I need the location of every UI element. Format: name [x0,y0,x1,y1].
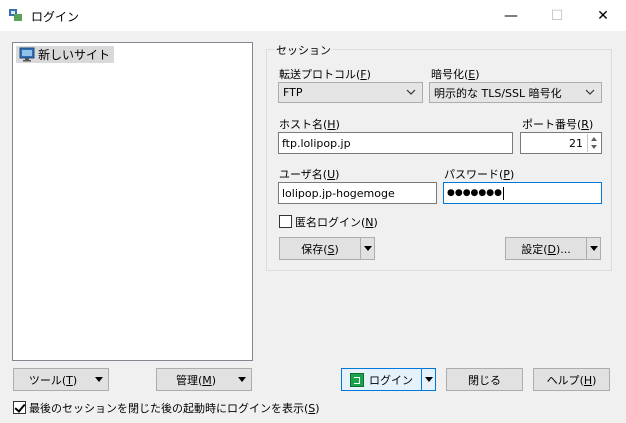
minimize-button[interactable]: — [488,0,534,31]
help-button-label: ヘルプ(H) [546,373,597,387]
dropdown-arrow-icon[interactable] [590,246,598,251]
help-button[interactable]: ヘルプ(H) [533,368,610,391]
user-input[interactable]: lolipop.jp-hogemoge [278,182,437,204]
tools-button[interactable]: ツール(T) [13,368,109,391]
close-button[interactable]: 閉じる [446,368,523,391]
anonymous-login-label[interactable]: 匿名ログイン(N) [295,214,378,230]
title-bar: ログイン — ☐ ✕ [0,0,626,31]
user-label: ユーザ名(U) [279,168,340,181]
dropdown-arrow-icon[interactable] [425,377,433,382]
password-label: パスワード(P) [444,168,515,181]
encryption-select-value: 明示的な TLS/SSL 暗号化 [434,86,562,100]
protocol-label: 転送プロトコル(F) [279,68,371,81]
split-divider [421,369,422,390]
monitor-icon [19,47,35,62]
settings-button[interactable]: 設定(D)... [505,237,601,260]
encryption-label: 暗号化(E) [431,68,480,81]
tools-button-label: ツール(T) [28,373,78,387]
port-value: 21 [569,136,583,150]
login-icon [350,372,364,387]
encryption-select[interactable]: 明示的な TLS/SSL 暗号化 [429,82,602,103]
chevron-down-icon [585,89,595,95]
show-login-on-start-checkbox[interactable] [13,401,26,414]
save-button-label: 保存(S) [301,242,339,256]
close-button-label: 閉じる [468,373,501,387]
session-group-label: セッション [274,42,333,58]
dropdown-arrow-icon[interactable] [364,246,372,251]
port-label: ポート番号(R) [522,118,594,131]
protocol-select-value: FTP [283,86,303,99]
dropdown-arrow-icon [238,377,246,382]
save-button[interactable]: 保存(S) [279,237,375,260]
dropdown-arrow-icon [95,377,103,382]
settings-button-label: 設定(D)... [521,242,571,256]
spin-down-icon[interactable] [591,145,597,149]
password-mask: ●●●●●●● [447,188,502,198]
show-login-on-start-label[interactable]: 最後のセッションを閉じた後の起動時にログインを表示(S) [29,400,320,416]
login-button-label: ログイン [369,373,413,387]
port-input[interactable]: 21 [520,132,602,154]
winscp-app-icon [9,9,22,21]
maximize-button[interactable]: ☐ [534,0,580,31]
chevron-down-icon [406,89,416,95]
protocol-select[interactable]: FTP [278,82,423,103]
site-tree[interactable]: 新しいサイト [12,42,253,361]
port-spinner[interactable] [587,134,600,152]
manage-button[interactable]: 管理(M) [156,368,252,391]
host-label: ホスト名(H) [279,118,340,131]
site-tree-item-label: 新しいサイト [38,48,111,62]
text-caret [502,186,504,200]
spin-up-icon[interactable] [591,137,597,141]
close-window-button[interactable]: ✕ [580,0,626,31]
window-title: ログイン [31,10,80,24]
manage-button-label: 管理(M) [175,373,217,387]
split-divider [586,238,587,259]
login-button[interactable]: ログイン [341,368,436,391]
password-input[interactable]: ●●●●●●● [443,182,602,204]
anonymous-login-checkbox[interactable] [279,215,292,228]
host-input[interactable]: ftp.lolipop.jp [278,132,513,154]
site-tree-item-new-site[interactable]: 新しいサイト [16,46,115,63]
split-divider [360,238,361,259]
